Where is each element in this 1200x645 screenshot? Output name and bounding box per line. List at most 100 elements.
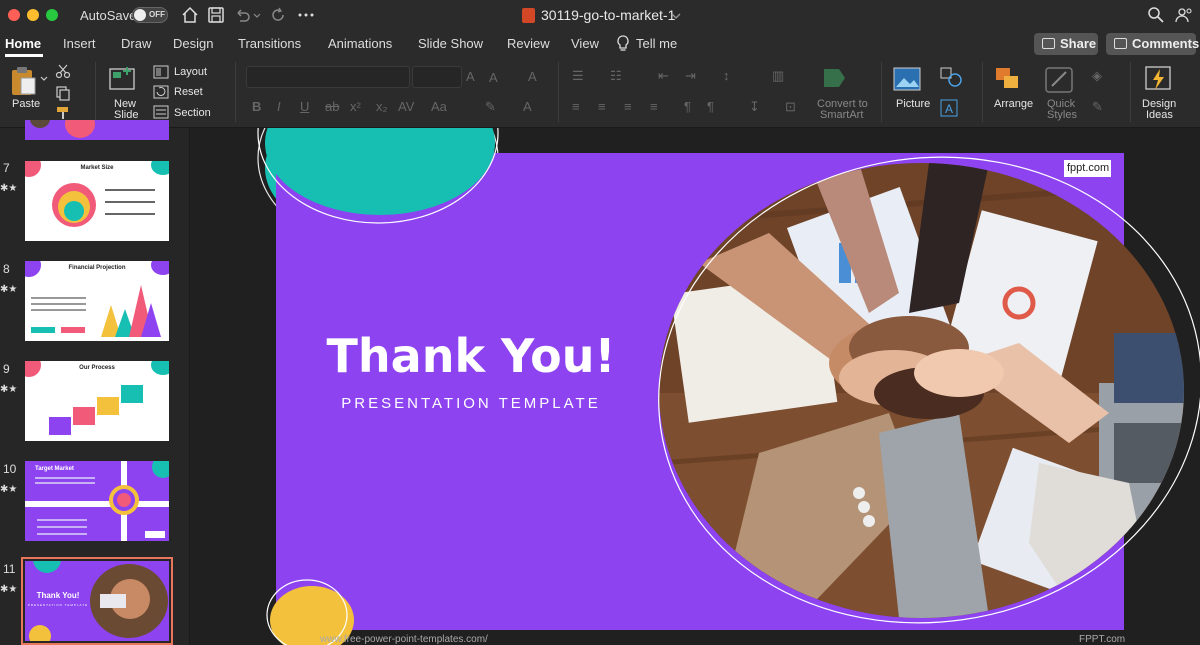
subscript-icon[interactable]: x₂ (376, 99, 388, 114)
slide-thumbnail-6[interactable] (25, 120, 169, 140)
paste-dropdown-icon[interactable] (40, 75, 48, 83)
decrease-font-icon[interactable]: A (489, 70, 498, 85)
align-text-icon[interactable]: ⊡ (785, 99, 796, 115)
lightbulb-icon[interactable] (616, 35, 630, 53)
copy-icon[interactable] (55, 85, 71, 101)
section-icon[interactable] (153, 105, 169, 119)
font-color-icon[interactable]: A (523, 99, 532, 114)
bold-icon[interactable]: B (252, 99, 261, 114)
undo-dropdown-chevron-icon[interactable] (252, 5, 262, 25)
slide-thumbnail-9[interactable]: Our Process (25, 361, 169, 441)
shape-fill-icon[interactable]: ◈ (1092, 68, 1102, 84)
font-name-field[interactable] (246, 66, 410, 88)
tab-insert[interactable]: Insert (63, 36, 96, 51)
tab-review[interactable]: Review (507, 36, 550, 51)
redo-icon[interactable] (268, 5, 288, 25)
document-title[interactable]: 30119-go-to-market-1 (541, 7, 675, 23)
comment-icon (1114, 38, 1127, 49)
change-case-icon[interactable]: Aa (431, 99, 447, 114)
animation-star-icon: ✱★ (0, 284, 18, 295)
footer-url: www.free-power-point-templates.com/ (320, 634, 488, 645)
close-window-button[interactable] (8, 9, 20, 21)
picture-icon[interactable] (893, 67, 921, 91)
align-center-icon[interactable]: ≡ (598, 99, 606, 114)
font-size-field[interactable] (412, 66, 462, 88)
shapes-icon[interactable] (940, 67, 964, 89)
thumbnail-title: Financial Projection (68, 265, 126, 271)
search-icon[interactable] (1146, 5, 1166, 25)
design-ideas-icon[interactable] (1143, 64, 1173, 94)
autosave-state: OFF (149, 10, 165, 19)
quick-styles-icon[interactable] (1044, 66, 1074, 94)
underline-icon[interactable]: U (300, 99, 309, 114)
numbering-icon[interactable]: ☷ (610, 68, 622, 84)
reset-label[interactable]: Reset (174, 87, 203, 98)
account-icon[interactable] (1174, 5, 1194, 25)
slide-thumbnail-10[interactable]: Target Market (25, 461, 169, 541)
text-direction-icon[interactable]: ↧ (749, 99, 760, 115)
slide-title[interactable]: Thank You! (276, 329, 666, 383)
ltr-icon[interactable]: ¶ (684, 99, 691, 114)
text-box-icon[interactable]: A (940, 99, 958, 117)
tab-view[interactable]: View (571, 36, 599, 51)
slide-subtitle[interactable]: PRESENTATION TEMPLATE (276, 395, 666, 412)
more-options-icon[interactable] (296, 5, 316, 25)
tab-draw[interactable]: Draw (121, 36, 151, 51)
highlight-icon[interactable]: ✎ (485, 99, 496, 115)
increase-font-icon[interactable]: A (466, 69, 475, 84)
animation-star-icon: ✱★ (0, 183, 18, 194)
strikethrough-icon[interactable]: ab (325, 99, 339, 114)
layout-label[interactable]: Layout (174, 67, 207, 78)
tab-slide-show[interactable]: Slide Show (418, 36, 483, 51)
slide-thumbnail-8[interactable]: Financial Projection (25, 261, 169, 341)
tab-transitions[interactable]: Transitions (238, 36, 301, 51)
ribbon-separator (95, 62, 96, 122)
slide-number-10: 10 (3, 462, 17, 476)
mountain-chart-graphic (101, 285, 161, 337)
character-spacing-icon[interactable]: AV (398, 99, 414, 114)
format-painter-icon[interactable] (55, 105, 71, 121)
tab-animations[interactable]: Animations (328, 36, 392, 51)
superscript-icon[interactable]: x² (350, 99, 361, 114)
teal-blob-overlap (257, 128, 499, 224)
ribbon-separator (558, 62, 559, 122)
title-chevron-icon[interactable] (670, 5, 682, 25)
zoom-window-button[interactable] (46, 9, 58, 21)
line-spacing-icon[interactable]: ↕ (723, 68, 730, 83)
minimize-window-button[interactable] (27, 9, 39, 21)
section-label[interactable]: Section (174, 108, 211, 119)
smartart-icon[interactable] (821, 65, 851, 91)
increase-indent-icon[interactable]: ⇥ (685, 68, 696, 84)
animation-star-icon: ✱★ (0, 484, 18, 495)
tab-home[interactable]: Home (5, 36, 41, 51)
columns-icon[interactable]: ▥ (772, 68, 784, 84)
bullets-icon[interactable]: ☰ (572, 68, 584, 84)
undo-icon[interactable] (232, 5, 252, 25)
home-icon[interactable] (180, 5, 200, 25)
photo-outline-ring (658, 156, 1200, 624)
layout-icon[interactable] (153, 65, 169, 79)
shape-outline-icon[interactable]: ✎ (1092, 99, 1103, 115)
justify-icon[interactable]: ≡ (650, 99, 658, 114)
slide-thumbnail-7[interactable]: Market Size (25, 161, 169, 241)
cut-icon[interactable] (55, 63, 71, 79)
autosave-toggle[interactable]: OFF (132, 7, 168, 23)
align-right-icon[interactable]: ≡ (624, 99, 632, 114)
footer-brand: FPPT.com (1079, 634, 1126, 645)
italic-icon[interactable]: I (277, 99, 281, 114)
save-icon[interactable] (206, 5, 226, 25)
tab-design[interactable]: Design (173, 36, 213, 51)
slide-thumbnail-11[interactable]: Thank You! PRESENTATION TEMPLATE (21, 557, 173, 645)
decrease-indent-icon[interactable]: ⇤ (658, 68, 669, 84)
rtl-icon[interactable]: ¶ (707, 99, 714, 114)
new-slide-icon[interactable] (107, 65, 137, 93)
clear-formatting-icon[interactable]: A (528, 69, 537, 84)
tell-me-search[interactable]: Tell me (636, 36, 677, 51)
paste-icon[interactable] (10, 65, 38, 97)
reset-icon[interactable] (153, 85, 169, 99)
align-left-icon[interactable]: ≡ (572, 99, 580, 114)
ribbon-separator (982, 62, 983, 122)
arrange-icon[interactable] (994, 66, 1024, 94)
share-button[interactable]: Share (1034, 33, 1098, 55)
comments-button[interactable]: Comments (1106, 33, 1199, 55)
